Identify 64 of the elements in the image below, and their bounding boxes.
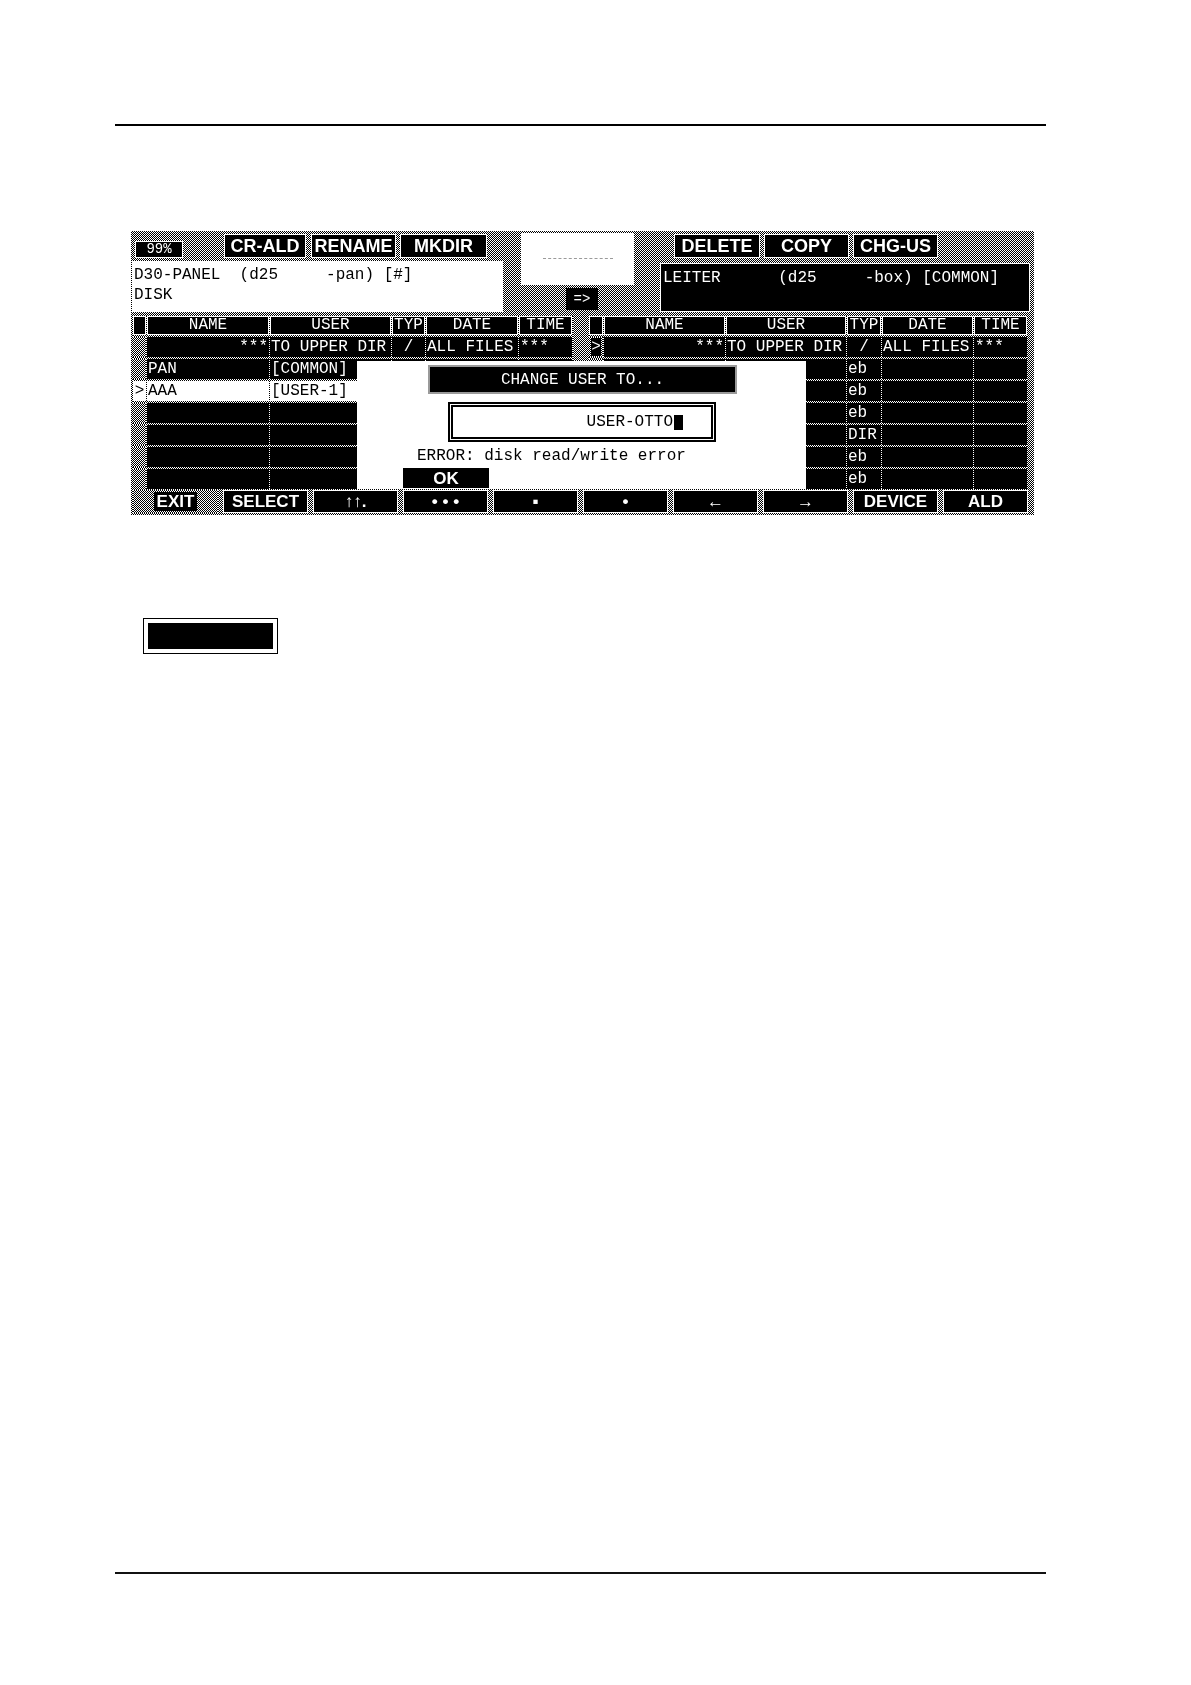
column-header[interactable]: DATE xyxy=(426,316,518,335)
row-marker: > xyxy=(591,338,601,356)
column-header[interactable]: TYP xyxy=(847,316,881,335)
function-key[interactable]: • xyxy=(583,490,668,513)
path-text: D30-PANEL (d25 -pan) [#] xyxy=(134,265,413,285)
type-text: eb xyxy=(848,470,868,488)
function-key[interactable]: DEVICE xyxy=(853,490,938,513)
error-message: ERROR: disk read/write error xyxy=(417,447,686,465)
column-header[interactable]: TIME xyxy=(519,316,572,335)
user-text: [COMMON] xyxy=(271,360,348,378)
function-key[interactable]: • • • xyxy=(403,490,488,513)
dash-line xyxy=(542,258,613,260)
type-text: eb xyxy=(848,448,868,466)
percent-readout: 99% xyxy=(135,241,183,258)
path-text: LEITER (d25 -box) [COMMON] xyxy=(663,268,1000,288)
function-key[interactable]: ← xyxy=(673,490,758,513)
command-button[interactable]: COPY xyxy=(764,234,849,258)
user-text: TO UPPER DIR xyxy=(271,338,387,356)
column-header[interactable]: TIME xyxy=(974,316,1027,335)
transfer-button[interactable]: => xyxy=(566,288,598,310)
type-text: eb xyxy=(848,360,868,378)
user-input-field[interactable]: USER-OTTO xyxy=(448,402,716,442)
column-header[interactable]: USER xyxy=(726,316,846,335)
marker-column-header xyxy=(133,316,146,335)
name-text: *** xyxy=(239,338,268,356)
command-button[interactable]: RENAME xyxy=(311,234,396,258)
type-text: / xyxy=(403,338,414,356)
column-header[interactable]: TYP xyxy=(392,316,425,335)
function-key[interactable]: ▪ xyxy=(493,490,578,513)
file-row[interactable]: > *** TO UPPER DIR / ALL FILES *** xyxy=(589,337,1027,357)
type-text: DIR xyxy=(848,426,877,444)
path-text: DISK xyxy=(134,285,173,305)
user-text: TO UPPER DIR xyxy=(727,338,843,356)
name-text: *** xyxy=(695,338,724,356)
date-text: ALL FILES xyxy=(427,338,514,356)
function-key[interactable]: ↑↑. xyxy=(313,490,398,513)
date-text: ALL FILES xyxy=(883,338,970,356)
name-text: AAA xyxy=(148,382,177,400)
ok-button[interactable]: OK xyxy=(403,468,489,488)
command-button[interactable]: CHG-US xyxy=(853,234,938,258)
command-button[interactable]: DELETE xyxy=(674,234,760,258)
input-value: USER-OTTO xyxy=(586,413,673,431)
user-text: [USER-1] xyxy=(271,382,348,400)
text-cursor-icon xyxy=(674,414,683,430)
column-header[interactable]: DATE xyxy=(882,316,973,335)
column-header[interactable]: NAME xyxy=(604,316,725,335)
name-text: PAN xyxy=(148,360,177,378)
dialog-title: CHANGE USER TO... xyxy=(428,365,737,394)
file-row[interactable]: *** TO UPPER DIR / ALL FILES *** xyxy=(133,337,573,357)
command-button[interactable]: CR-ALD xyxy=(224,234,306,258)
row-marker: > xyxy=(134,382,145,400)
type-text: eb xyxy=(848,404,868,422)
function-key[interactable]: ALD xyxy=(943,490,1028,513)
function-key[interactable]: SELECT xyxy=(223,490,308,513)
column-header[interactable]: NAME xyxy=(147,316,269,335)
marker-column-header xyxy=(589,316,603,335)
column-header[interactable]: USER xyxy=(270,316,391,335)
time-text: *** xyxy=(520,338,549,356)
type-text: / xyxy=(859,338,869,356)
function-key[interactable]: → xyxy=(763,490,848,513)
function-key[interactable]: EXIT xyxy=(133,490,218,513)
time-text: *** xyxy=(975,338,1004,356)
type-text: eb xyxy=(848,382,868,400)
command-button[interactable]: MKDIR xyxy=(400,234,487,258)
